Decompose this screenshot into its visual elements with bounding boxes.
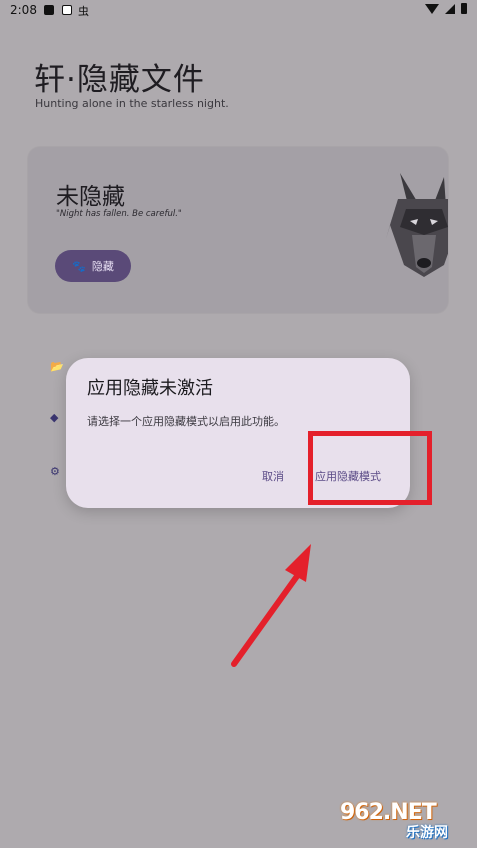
folder-icon[interactable]: 📂: [50, 360, 64, 374]
dialog-title: 应用隐藏未激活: [87, 378, 213, 399]
battery-icon: [461, 3, 467, 14]
status-title: 未隐藏: [56, 184, 125, 210]
watermark-sub: 乐游网: [406, 825, 448, 841]
hide-button-label: 隐藏: [91, 260, 114, 273]
notification-icon: [44, 5, 54, 15]
highlight-box: [308, 431, 432, 505]
page-subtitle: Hunting alone in the starless night.: [35, 97, 229, 110]
signal-icon: [445, 3, 455, 14]
hide-status-card: 未隐藏 "Night has fallen. Be careful." 🐾 隐藏: [28, 147, 448, 313]
status-icons: [425, 3, 467, 14]
paw-icon: 🐾: [72, 259, 86, 273]
status-bar: 2:08 虫: [0, 0, 477, 22]
cancel-button[interactable]: 取消: [262, 468, 284, 484]
photo-icon: [62, 5, 72, 15]
status-quote: "Night has fallen. Be careful.": [56, 209, 182, 219]
gear-icon[interactable]: ⚙: [50, 465, 64, 479]
status-time: 2:08: [10, 3, 37, 17]
wolf-illustration: [386, 173, 448, 277]
page-title: 轩·隐藏文件: [34, 62, 205, 98]
wifi-icon: [425, 3, 439, 14]
hide-button[interactable]: 🐾 隐藏: [55, 250, 131, 282]
dialog-message: 请选择一个应用隐藏模式以启用此功能。: [87, 415, 285, 428]
box-icon[interactable]: ◆: [50, 411, 64, 425]
bug-icon: 虫: [78, 5, 89, 18]
watermark-logo: 962.NET 乐游网: [338, 800, 472, 844]
